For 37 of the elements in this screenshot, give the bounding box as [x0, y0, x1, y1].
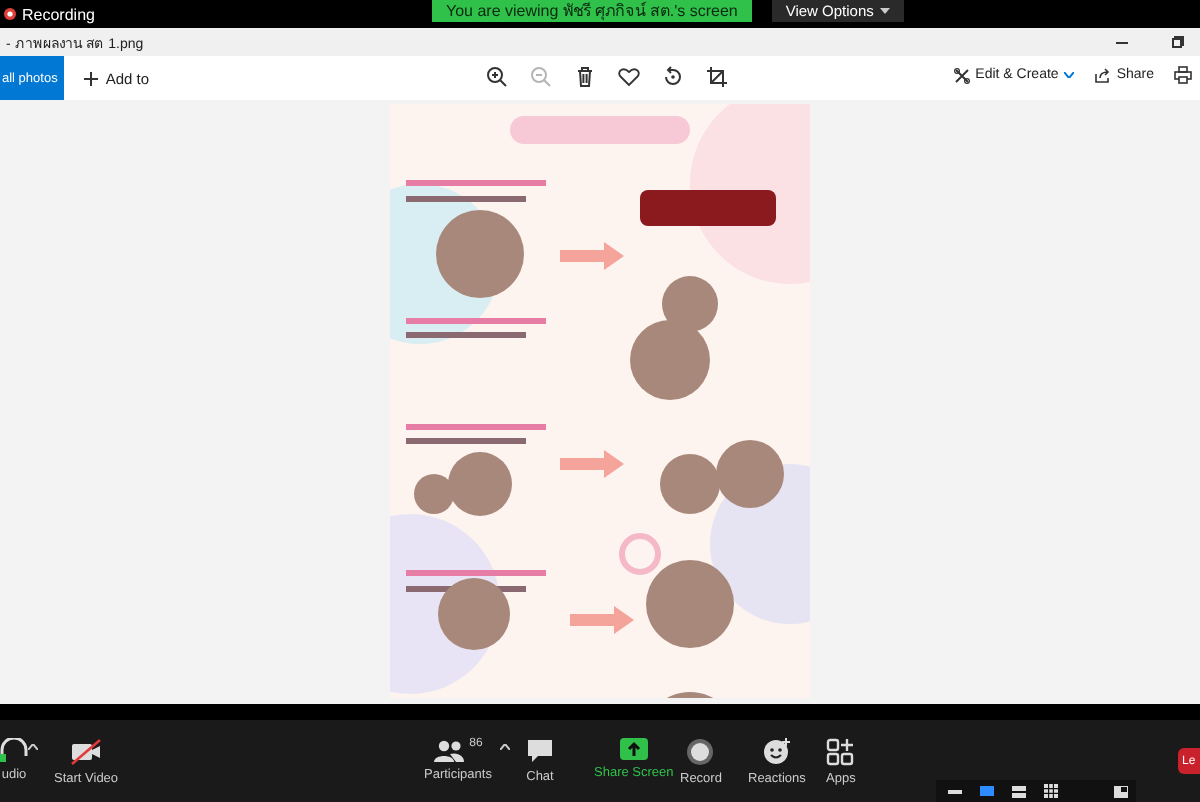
- edit-icon: [953, 67, 970, 83]
- zoom-in-button[interactable]: [486, 66, 508, 88]
- screen-share-banner: You are viewing พัชรี ศุภกิจน์ สต.'s screen: [432, 0, 752, 22]
- recording-label: Recording: [22, 5, 95, 23]
- video-off-icon: [70, 738, 103, 766]
- headphones-icon: [0, 738, 28, 762]
- printer-icon: [1174, 66, 1192, 84]
- people-icon: [433, 738, 464, 762]
- share-icon: [1094, 67, 1111, 83]
- chat-bubble-icon: [526, 738, 554, 764]
- zoom-in-icon: [486, 66, 508, 88]
- print-button[interactable]: [1174, 66, 1192, 84]
- minimize-view-icon: [948, 789, 962, 793]
- heart-button[interactable]: [618, 66, 640, 88]
- rotate-button[interactable]: [662, 66, 684, 88]
- minimize-icon: [1116, 41, 1128, 43]
- trash-button[interactable]: [574, 66, 596, 88]
- heart-icon: [618, 66, 640, 88]
- stacked-view-icon: [1012, 785, 1026, 797]
- caret-icon: [500, 744, 510, 750]
- share-screen-icon: [619, 738, 648, 760]
- smiley-icon: [762, 738, 791, 766]
- trash-icon: [574, 66, 596, 88]
- caret-icon: [1064, 72, 1075, 78]
- pip-icon: [1114, 785, 1128, 797]
- speaker-view-icon: [980, 786, 994, 796]
- crop-icon: [706, 66, 728, 88]
- caret-icon: [28, 744, 38, 750]
- zoom-out-icon: [530, 66, 552, 88]
- plus-icon: [83, 71, 98, 85]
- record-icon: [686, 738, 715, 766]
- rotate-icon: [662, 66, 684, 88]
- crop-button[interactable]: [706, 66, 728, 88]
- restore-icon: [1172, 36, 1184, 48]
- caret-icon: [879, 8, 890, 14]
- recording-icon: [4, 8, 16, 20]
- apps-icon: [826, 738, 855, 766]
